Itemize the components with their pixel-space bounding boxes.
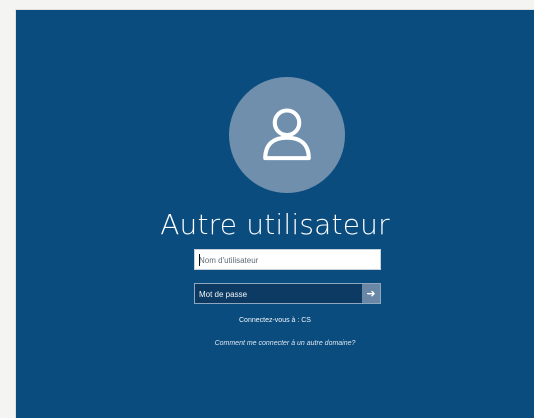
username-input[interactable] [195, 251, 380, 270]
domain-connect-text: Connectez-vous à : CS [239, 317, 311, 324]
password-input[interactable] [195, 285, 362, 304]
user-icon [263, 108, 311, 161]
arrow-right-icon: ➜ [366, 287, 376, 300]
password-field[interactable]: ➜ [194, 283, 381, 304]
text-cursor [199, 254, 200, 266]
submit-button[interactable]: ➜ [362, 284, 380, 303]
user-avatar [229, 77, 345, 193]
account-name: Autre utilisateur [160, 208, 390, 241]
login-screen: Autre utilisateur ➜ Connectez-vous à : C… [16, 10, 534, 418]
domain-help-link[interactable]: Comment me connecter à un autre domaine? [196, 339, 374, 349]
username-field[interactable] [194, 249, 381, 270]
